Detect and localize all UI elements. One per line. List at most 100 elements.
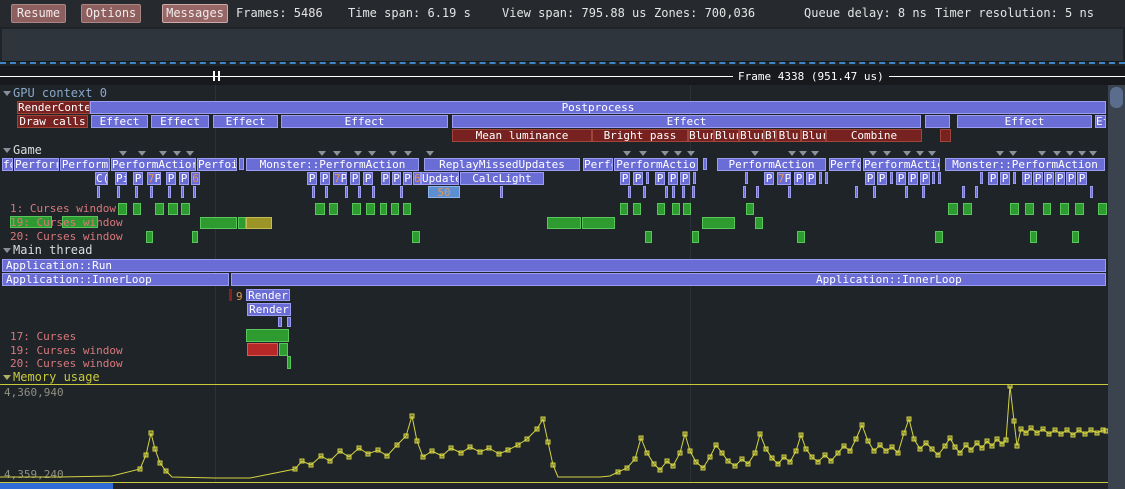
gpu-pass-zone[interactable]: Blur xyxy=(739,129,764,142)
zone-marker-triangle-icon[interactable] xyxy=(173,151,181,156)
gpu-drawcalls-zone[interactable]: Effect xyxy=(957,115,1092,128)
gpu-pass-zone[interactable]: Combine xyxy=(826,129,922,142)
thread-zone[interactable] xyxy=(672,203,680,215)
game-sub-tick[interactable] xyxy=(855,186,858,198)
thread-zone[interactable] xyxy=(146,231,153,243)
vertical-scrollbar-thumb[interactable] xyxy=(1110,87,1123,108)
game-tick[interactable] xyxy=(239,158,244,170)
thread-label[interactable]: 17: Curses xyxy=(10,331,76,343)
game-zone[interactable]: Perfoi xyxy=(197,158,237,171)
zone-marker-triangle-icon[interactable] xyxy=(661,151,669,156)
zone-marker-triangle-icon[interactable] xyxy=(119,151,127,156)
thread-zone[interactable] xyxy=(1098,203,1107,215)
game-sub-zone[interactable]: P xyxy=(1033,172,1043,185)
zone-marker-triangle-icon[interactable] xyxy=(687,151,695,156)
game-sub-zone[interactable]: P xyxy=(908,172,918,185)
zone-application-run[interactable]: Application::Run xyxy=(2,259,1106,272)
game-sub-tick[interactable] xyxy=(181,186,184,198)
game-sub-tick[interactable] xyxy=(819,172,822,184)
game-sub-zone[interactable]: P xyxy=(166,172,176,185)
messages-button[interactable]: Messages xyxy=(162,4,228,23)
memory-usage-title[interactable]: Memory usage xyxy=(13,371,100,383)
zone-marker-triangle-icon[interactable] xyxy=(788,151,796,156)
game-sub-tick[interactable] xyxy=(693,172,696,184)
gpu-pass-zone[interactable]: Blur xyxy=(714,129,739,142)
zone-marker-triangle-icon[interactable] xyxy=(674,151,682,156)
gpu-pass-zone[interactable]: Blur xyxy=(801,129,826,142)
game-sub-zone[interactable]: P xyxy=(1044,172,1054,185)
game-sub-zone[interactable]: 6 xyxy=(191,172,200,185)
thread-zone[interactable] xyxy=(657,203,665,215)
thread-zone[interactable] xyxy=(366,203,375,215)
gpu-drawcalls-zone[interactable]: Effect xyxy=(91,115,148,128)
zone-marker-triangle-icon[interactable] xyxy=(318,151,326,156)
zone-application-innerloop[interactable]: Application::InnerLoop xyxy=(231,273,1106,286)
thread-zone[interactable] xyxy=(702,217,735,229)
zone-marker-triangle-icon[interactable] xyxy=(138,151,146,156)
thread-zone[interactable] xyxy=(412,231,420,243)
frame-overview-strip[interactable] xyxy=(2,29,1123,62)
game-sub-zone[interactable]: P xyxy=(806,172,816,185)
thread-zone[interactable] xyxy=(168,203,178,215)
thread-zone[interactable] xyxy=(620,203,628,215)
horizontal-scrollbar-thumb[interactable] xyxy=(0,483,113,489)
game-sub-tick[interactable] xyxy=(665,186,668,198)
thread-zone[interactable] xyxy=(391,203,399,215)
thread-zone[interactable] xyxy=(1060,203,1069,215)
thread-zone[interactable] xyxy=(1025,203,1034,215)
game-sub-tick[interactable] xyxy=(358,186,361,198)
collapse-triangle-icon[interactable] xyxy=(3,375,11,380)
game-zone[interactable]: PerformAction xyxy=(717,158,826,171)
game-zone[interactable]: Perform xyxy=(60,158,110,171)
game-sub-zone[interactable]: P xyxy=(655,172,665,185)
game-zone[interactable]: PerformActic xyxy=(863,158,940,171)
main-thread-title[interactable]: Main thread xyxy=(13,244,92,256)
zone-marker-triangle-icon[interactable] xyxy=(639,151,647,156)
game-sub-tick[interactable] xyxy=(975,186,978,198)
game-zone[interactable]: Monster::PerformAction xyxy=(945,158,1105,171)
game-sub-zone[interactable]: P xyxy=(896,172,906,185)
game-sub-zone[interactable]: P xyxy=(179,172,189,185)
game-sub-zone[interactable]: P xyxy=(350,172,360,185)
zone-marker-triangle-icon[interactable] xyxy=(996,151,1004,156)
thread-zone[interactable] xyxy=(948,203,958,215)
thread-zone[interactable] xyxy=(380,203,387,215)
thread-zone[interactable] xyxy=(1043,203,1051,215)
thread-zone[interactable] xyxy=(247,343,278,356)
game-zone[interactable]: fo xyxy=(2,158,13,171)
collapse-triangle-icon[interactable] xyxy=(3,248,11,253)
zone-application-innerloop[interactable]: Application::InnerLoop xyxy=(2,273,229,286)
collapse-triangle-icon[interactable] xyxy=(3,91,11,96)
gpu-context-zone[interactable]: RenderConte xyxy=(17,101,90,114)
zone-marker-triangle-icon[interactable] xyxy=(354,151,362,156)
gpu-pass-zone[interactable] xyxy=(940,129,951,142)
thread-zone[interactable] xyxy=(352,203,361,215)
zone-marker-triangle-icon[interactable] xyxy=(916,151,924,156)
game-sub-tick[interactable] xyxy=(890,172,893,184)
game-sub-zone[interactable]: P xyxy=(1066,172,1076,185)
game-sub-tick[interactable] xyxy=(345,186,348,198)
gpu-drawcalls-zone[interactable]: Ef xyxy=(1095,115,1106,128)
thread-zone[interactable] xyxy=(287,356,291,369)
vertical-scrollbar[interactable] xyxy=(1108,85,1125,489)
zone-marker-triangle-icon[interactable] xyxy=(751,151,759,156)
game-zone[interactable]: Perfc xyxy=(583,158,613,171)
thread-zone[interactable] xyxy=(547,217,581,229)
game-sub-tick[interactable] xyxy=(938,172,941,184)
zone-marker-triangle-icon[interactable] xyxy=(799,151,807,156)
gpu-drawcalls-zone[interactable]: Effect xyxy=(281,115,448,128)
game-sub-zone[interactable]: 7P xyxy=(333,172,347,185)
render-sub-tick[interactable] xyxy=(287,317,291,327)
thread-zone[interactable] xyxy=(582,217,615,229)
game-sub-zone[interactable]: 7P xyxy=(777,172,791,185)
thread-zone[interactable] xyxy=(246,217,272,229)
thread-zone[interactable] xyxy=(238,217,246,229)
game-sub-zone[interactable]: C( xyxy=(95,172,108,185)
game-sub-zone[interactable]: 7P xyxy=(147,172,161,185)
game-sub-zone[interactable]: P xyxy=(877,172,887,185)
zone-marker-triangle-icon[interactable] xyxy=(368,151,376,156)
gpu-context-title[interactable]: GPU context 0 xyxy=(13,87,107,99)
thread-zone[interactable] xyxy=(1072,231,1079,243)
game-sub-tick[interactable] xyxy=(168,186,171,198)
thread-zone[interactable] xyxy=(118,203,127,215)
